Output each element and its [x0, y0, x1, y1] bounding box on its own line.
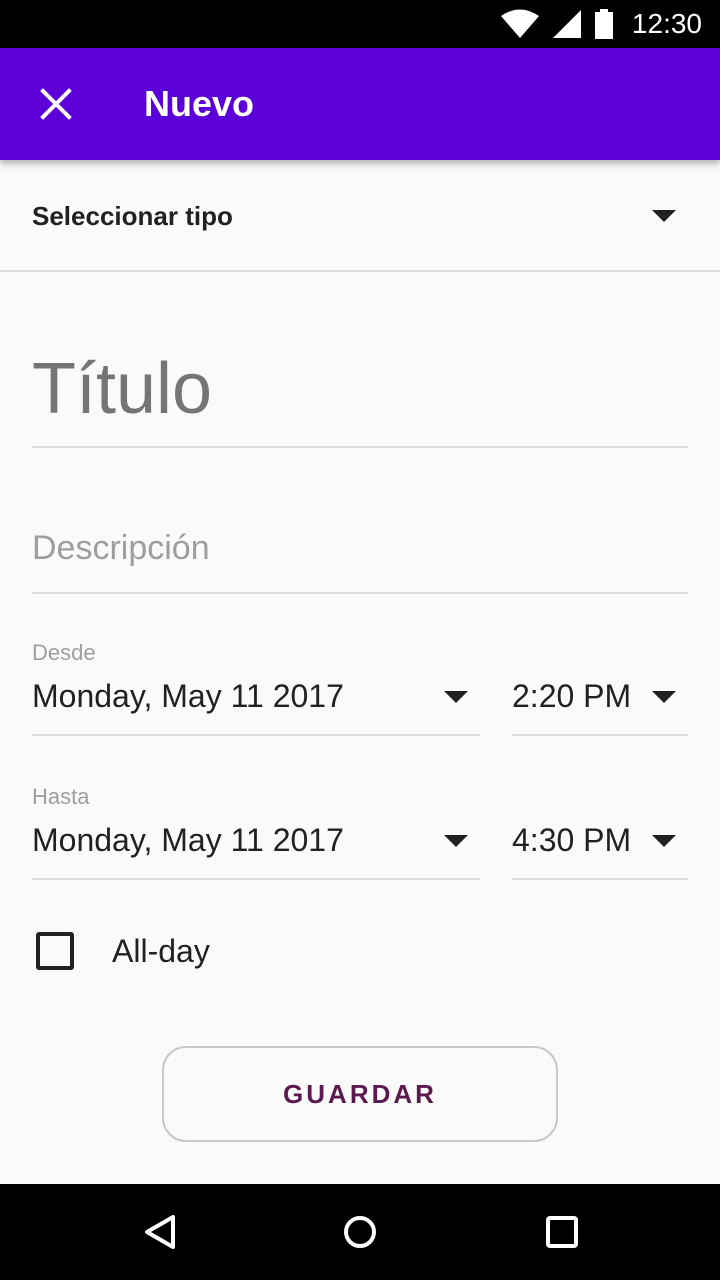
back-icon — [145, 1215, 175, 1249]
close-button[interactable] — [24, 72, 88, 136]
from-time-dropdown[interactable]: 2:20 PM — [512, 664, 688, 736]
home-button[interactable] — [336, 1208, 384, 1256]
close-icon — [40, 88, 72, 120]
dropdown-arrow-icon — [652, 835, 676, 847]
from-date-dropdown[interactable]: Monday, May 11 2017 — [32, 664, 480, 736]
status-time: 12:30 — [631, 8, 702, 39]
title-input[interactable]: Título — [32, 330, 688, 448]
to-date-dropdown[interactable]: Monday, May 11 2017 — [32, 808, 480, 880]
dropdown-arrow-icon — [652, 210, 676, 222]
recents-icon — [546, 1216, 578, 1248]
type-selector-label: Seleccionar tipo — [32, 201, 233, 231]
all-day-label: All-day — [112, 932, 210, 969]
navigation-bar — [0, 1184, 720, 1280]
wifi-icon — [500, 9, 539, 38]
back-button[interactable] — [136, 1208, 184, 1256]
all-day-toggle[interactable]: All-day — [36, 932, 210, 970]
page-title: Nuevo — [144, 83, 255, 124]
save-button-label: GUARDAR — [283, 1078, 437, 1109]
to-time-value: 4:30 PM — [512, 822, 632, 858]
type-selector[interactable]: Seleccionar tipo — [0, 160, 720, 272]
recents-button[interactable] — [538, 1208, 586, 1256]
description-input[interactable]: Descripción — [32, 510, 688, 594]
dropdown-arrow-icon — [444, 835, 468, 847]
from-time-value: 2:20 PM — [512, 678, 632, 714]
to-time-dropdown[interactable]: 4:30 PM — [512, 808, 688, 880]
home-icon — [344, 1216, 376, 1248]
all-day-checkbox[interactable] — [36, 932, 74, 970]
from-date-value: Monday, May 11 2017 — [32, 678, 344, 714]
app-bar: Nuevo — [0, 48, 720, 160]
to-date-value: Monday, May 11 2017 — [32, 822, 344, 858]
dropdown-arrow-icon — [652, 691, 676, 703]
status-bar: 12:30 — [0, 0, 720, 48]
to-label: Hasta — [32, 784, 90, 809]
from-label: Desde — [32, 640, 96, 665]
save-button[interactable]: GUARDAR — [162, 1046, 558, 1142]
signal-icon — [552, 10, 581, 38]
dropdown-arrow-icon — [444, 691, 468, 703]
battery-icon — [594, 9, 613, 39]
